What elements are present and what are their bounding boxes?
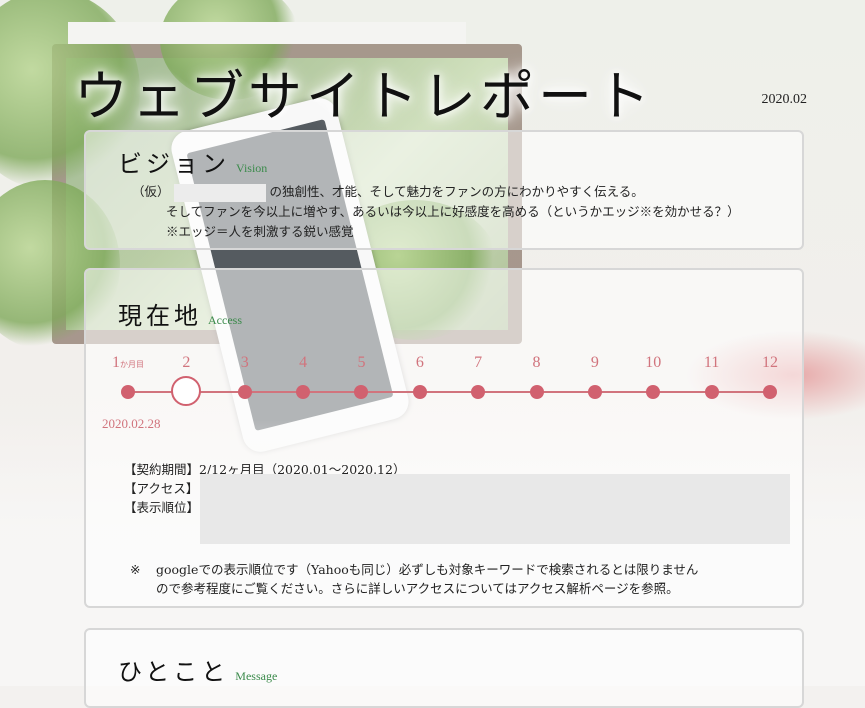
timeline-dot (237, 385, 252, 399)
page-title: ウェブサイトレポート (74, 65, 654, 128)
message-heading-en: Message (235, 669, 278, 683)
note-mark: ※ (130, 562, 141, 577)
access-heading: 現在地 Access (118, 296, 242, 331)
timeline-dot (354, 385, 369, 399)
access-heading-jp: 現在地 (118, 302, 202, 330)
vision-line1-suffix: の独創性、才能、そして魅力をファンの方にわかりやすく伝える。 (269, 184, 644, 199)
redacted-data-area (200, 474, 790, 544)
timeline-month-8: 8 (532, 354, 541, 371)
vision-card: ビジョン Vision （仮） の独創性、才能、そして魅力をファンの方にわかりやすく… (84, 130, 804, 250)
vision-heading-jp: ビジョン (118, 150, 230, 178)
timeline-dot (471, 385, 486, 399)
message-heading: ひとこと Message (118, 652, 277, 687)
timeline-current-marker (171, 376, 202, 406)
access-heading-en: Access (208, 313, 242, 327)
timeline-month-10: 10 (645, 354, 662, 371)
timeline-dot (763, 385, 777, 399)
redacted-name (173, 183, 266, 202)
vision-heading-en: Vision (236, 161, 268, 175)
report-date: 2020.02 (761, 92, 808, 107)
vision-line3: ※エッジ＝人を刺激する鋭い感覚 (166, 224, 354, 239)
timeline-month-suffix: か月目 (120, 360, 144, 369)
access-note: ※ googleでの表示順位です（Yahooも同じ）必ずしも対象キーワードで検索さ… (130, 560, 698, 598)
timeline-current-date: 2020.02.28 (102, 416, 161, 431)
timeline-dot (121, 385, 135, 399)
vision-line1-prefix: （仮） (132, 184, 170, 199)
timeline-month-11: 11 (703, 354, 720, 371)
timeline-dot (529, 385, 544, 399)
timeline-dot (587, 385, 602, 399)
contract-timeline: 1か月目 2 3 4 5 6 7 8 9 10 11 12 (86, 350, 806, 440)
vision-heading: ビジョン Vision (118, 144, 267, 179)
vision-line2: そしてファンを今以上に増やす、あるいは今以上に好感度を高める（というかエッジ※を… (166, 204, 740, 219)
timeline-month-5: 5 (357, 354, 366, 371)
timeline-dot (646, 385, 661, 399)
message-heading-jp: ひとこと (118, 658, 230, 686)
timeline-dot (296, 385, 311, 399)
message-card: ひとこと Message (84, 628, 804, 708)
timeline-month-1: 1か月目 (112, 354, 144, 371)
timeline-month-2: 2 (182, 354, 191, 371)
timeline-dot (412, 385, 427, 399)
timeline-month-6: 6 (415, 354, 424, 371)
timeline-month-7: 7 (474, 354, 483, 371)
timeline-month-9: 9 (590, 354, 599, 371)
timeline-month-4: 4 (299, 354, 308, 371)
timeline-line (126, 391, 770, 393)
redacted-bar (68, 22, 466, 44)
timeline-month-12: 12 (762, 354, 778, 371)
timeline-dot (704, 385, 719, 399)
vision-body: （仮） の独創性、才能、そして魅力をファンの方にわかりやすく伝える。 そしてファン… (132, 182, 740, 242)
note-line2: ので参考程度にご覧ください。さらに詳しいアクセスについてはアクセス解析ページを参… (156, 581, 679, 596)
timeline-month-3: 3 (240, 354, 249, 371)
access-card: 現在地 Access 1か月目 2 3 4 5 6 7 8 9 10 11 12 2020.02.28 … (84, 268, 804, 608)
note-line1: googleでの表示順位です（Yahooも同じ）必ずしも対象キーワードで検索され… (156, 562, 699, 577)
